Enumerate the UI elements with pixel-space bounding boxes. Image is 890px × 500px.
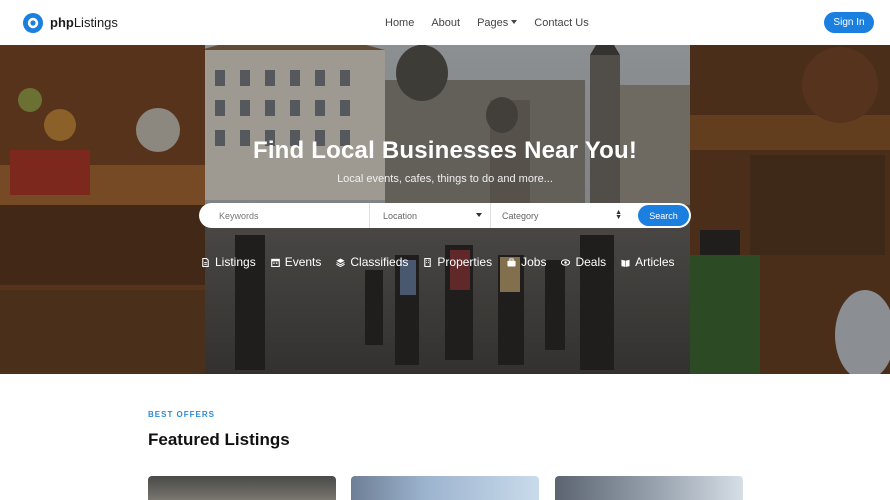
category-link-articles[interactable]: Articles xyxy=(621,255,675,269)
category-label: Events xyxy=(284,255,322,269)
nav-link-pages-dropdown[interactable]: Pages xyxy=(477,16,518,29)
listing-card-image[interactable] xyxy=(148,476,336,500)
listing-card-image[interactable] xyxy=(555,476,743,500)
nav-link-home[interactable]: Home xyxy=(385,17,414,29)
section-eyebrow: BEST OFFERS xyxy=(148,410,216,419)
sign-in-button[interactable]: Sign In xyxy=(824,12,874,33)
location-select[interactable]: Location xyxy=(370,203,491,228)
hero-section: Find Local Businesses Near You! Local ev… xyxy=(0,45,890,374)
book-icon xyxy=(621,259,630,267)
chevron-down-icon xyxy=(476,213,482,217)
category-label: Classifieds xyxy=(350,255,409,269)
search-button[interactable]: Search xyxy=(638,205,689,226)
nav-link-pages-label: Pages xyxy=(477,16,509,29)
keywords-input[interactable] xyxy=(219,210,369,221)
tag-icon xyxy=(561,258,571,266)
category-link-deals[interactable]: Deals xyxy=(561,255,606,269)
category-label: Listings xyxy=(215,255,256,269)
listing-card-image[interactable] xyxy=(351,476,539,500)
sort-arrows-icon: ▲ ▼ xyxy=(615,209,622,221)
category-link-jobs[interactable]: Jobs xyxy=(507,255,546,269)
calendar-icon xyxy=(270,258,280,267)
nav-link-contact[interactable]: Contact Us xyxy=(534,17,588,29)
navbar: phpListings Home About Pages Contact Us … xyxy=(0,0,890,45)
hero-title: Find Local Businesses Near You! xyxy=(252,137,638,164)
category-label: Properties xyxy=(437,255,493,269)
keywords-field-wrapper xyxy=(199,203,370,228)
nav-link-about[interactable]: About xyxy=(431,17,460,29)
category-select[interactable]: Category ▲ ▼ xyxy=(491,203,638,228)
category-link-classifieds[interactable]: Classifieds xyxy=(336,255,408,269)
brand-logo-link[interactable]: phpListings xyxy=(22,12,118,34)
location-select-value: Location xyxy=(383,210,418,221)
category-label: Jobs xyxy=(521,255,547,269)
briefcase-icon xyxy=(507,257,516,267)
hero-subtitle: Local events, cafes, things to do and mo… xyxy=(337,173,553,185)
caret-down-icon xyxy=(511,19,518,24)
category-link-listings[interactable]: Listings xyxy=(201,255,256,269)
category-link-properties[interactable]: Properties xyxy=(423,255,492,269)
category-link-events[interactable]: Events xyxy=(270,255,322,269)
layers-icon xyxy=(336,257,346,267)
logo-icon xyxy=(22,12,44,34)
document-icon xyxy=(202,257,209,267)
category-select-value: Category xyxy=(502,210,539,221)
nav-links: Home About Pages Contact Us xyxy=(385,0,606,45)
section-title: Featured Listings xyxy=(148,430,290,449)
category-label: Articles xyxy=(635,255,675,269)
category-label: Deals xyxy=(575,255,607,269)
category-links: Listings Events Classifieds Properties J… xyxy=(201,255,690,269)
brand-name: phpListings xyxy=(50,15,118,30)
search-form: Location Category ▲▼ Search xyxy=(199,203,691,228)
building-icon xyxy=(424,257,432,267)
